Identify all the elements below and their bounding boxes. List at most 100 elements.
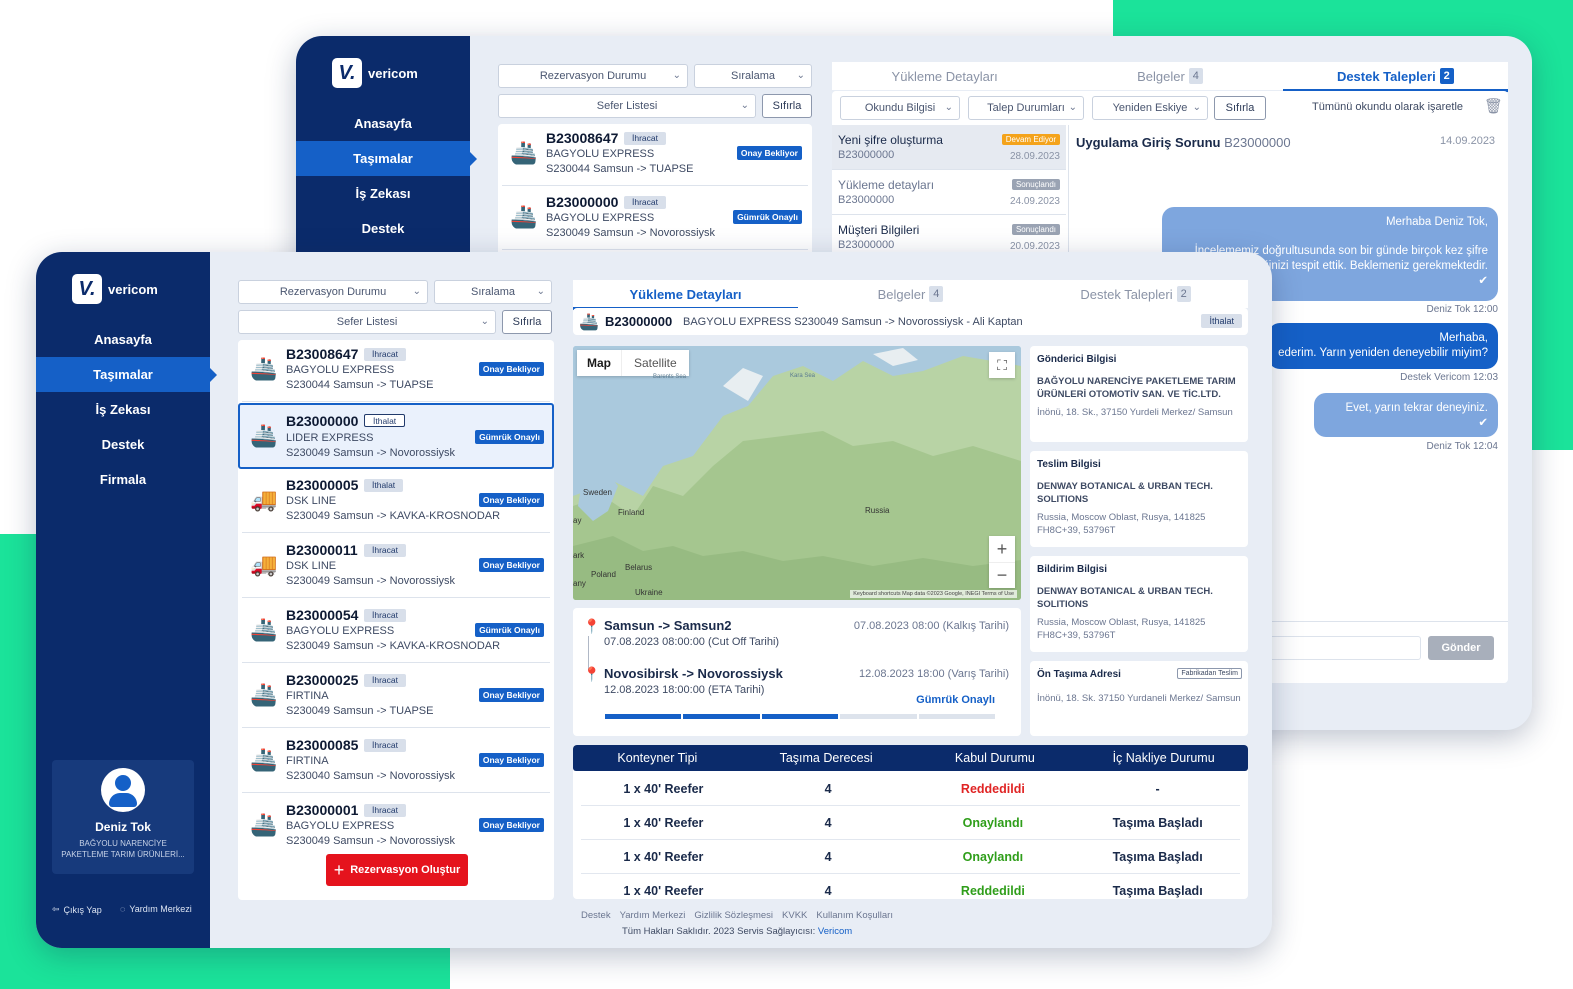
list-item[interactable]: 🚢 B23000025 İhracat FIRTINA S230049 Sams… [242,666,550,728]
list-item[interactable]: 🚢 B23000000 İhracat BAGYOLU EXPRESS S230… [502,188,808,250]
tab-belgeler[interactable]: Belgeler 4 [798,280,1023,308]
tab-yukleme-detaylari[interactable]: Yükleme Detayları [573,280,798,310]
nav-item-tasimalar[interactable]: Taşımalar [296,141,477,176]
logout-link[interactable]: ⇦ Çıkış Yap [52,904,102,915]
siralama-select[interactable]: Sıralama ⌄ [694,64,812,88]
column-header: Konteyner Tipi [617,751,698,765]
trash-icon[interactable]: 🗑 [1484,97,1503,115]
nav-item-destek[interactable]: Destek [296,211,470,246]
reset-button[interactable]: Sıfırla [762,94,812,118]
list-item[interactable]: 🚢 B23000054 İhracat BAGYOLU EXPRESS S230… [242,601,550,663]
company-name: BAGYOLU EXPRESS [546,148,655,160]
type-tag: İhracat [364,804,406,817]
reset-button[interactable]: Sıfırla [502,310,552,334]
zoom-out-icon[interactable]: − [989,562,1015,588]
provider-link[interactable]: Vericom [818,926,852,937]
nav-item-is-zekasi[interactable]: İş Zekası [296,176,470,211]
list-item[interactable]: 🚚 B23000005 İthalat DSK LINE S230049 Sam… [242,471,550,533]
back-tabs: Yükleme Detayları Belgeler 4 Destek Talep… [832,62,1509,92]
okundu-select[interactable]: Okundu Bilgisi ⌄ [840,96,960,120]
status-badge: Onay Bekliyor [478,558,544,572]
nav-item-anasayfa[interactable]: Anasayfa [296,106,470,141]
footer-link-kullanim[interactable]: Kullanım Koşulları [816,910,893,921]
message-line: Evet, yarın tekrar deneyiniz. [1345,402,1488,414]
tab-destek-talepleri[interactable]: Destek Talepleri 2 [1282,62,1509,92]
type-tag: İhracat [364,674,406,687]
fullscreen-icon[interactable]: ⛶ [989,352,1015,378]
list-item[interactable]: Yükleme detayları B23000000 Sonuçlandı 2… [832,170,1066,215]
arrival-date: 12.08.2023 18:00 (Varış Tarihi) [858,668,1009,680]
front-logo[interactable]: V. vericom [72,274,158,304]
ship-icon: 🚢 [250,617,278,642]
logout-icon: ⇦ [52,904,60,914]
card-name: BAĞYOLU NARENCİYE PAKETLEME TARIM ÜRÜNLE… [1037,376,1236,400]
nav-item-destek[interactable]: Destek [36,427,210,462]
avatar [101,768,145,812]
satellite-tab[interactable]: Satellite [621,350,689,376]
chat-title: Uygulama Giriş Sorunu B23000000 [1076,135,1291,150]
zoom-in-icon[interactable]: + [989,536,1015,562]
send-button[interactable]: Gönder [1428,636,1494,660]
table-cell: 1 x 40' Reefer [623,849,704,864]
help-center-link[interactable]: ◌ Yardım Merkezi [120,904,192,914]
list-item[interactable]: 🚚 B23000011 İhracat DSK LINE S230049 Sam… [242,536,550,598]
pre-carriage-info-card: Ön Taşıma Adresi Fabrikadan Teslim İnönü… [1030,661,1248,736]
tab-yukleme-detaylari[interactable]: Yükleme Detayları [832,62,1057,90]
route-map[interactable]: Map Satellite ⛶ + − Barents Sea Kara Sea… [573,346,1021,600]
yeniden-select[interactable]: Yeniden Eskiye ⌄ [1092,96,1208,120]
type-tag: İhracat [624,132,666,145]
shipment-code: B23000000 [286,413,359,429]
message-meta: Destek Vericom 12:03 [1400,372,1498,383]
footer-link-kvkk[interactable]: KVKK [782,910,807,921]
nav-item-firmala[interactable]: Firmala [36,462,210,497]
mark-all-read-link[interactable]: Tümünü okundu olarak işaretle [1312,101,1463,113]
map-tab[interactable]: Map [577,350,621,376]
footer-link-gizlilik[interactable]: Gizlilik Sözleşmesi [694,910,773,921]
talep-select[interactable]: Talep Durumları ⌄ [968,96,1084,120]
help-label: Yardım Merkezi [129,904,192,914]
list-item[interactable]: 🚢 B23000085 İhracat FIRTINA S230040 Sams… [242,731,550,793]
message-input[interactable] [1269,636,1421,660]
sefer-select[interactable]: Sefer Listesi ⌄ [238,310,496,334]
back-shipment-list: 🚢 B23008647 İhracat BAGYOLU EXPRESS S230… [498,124,812,264]
ticket-reset-button[interactable]: Sıfırla [1214,96,1266,120]
map-label: Barents Sea [653,374,687,380]
footer-link-destek[interactable]: Destek [581,910,611,921]
card-heading: Gönderici Bilgisi [1037,354,1117,365]
rezervasyon-select[interactable]: Rezervasyon Durumu ⌄ [238,280,428,304]
yeniden-select-label: Yeniden Eskiye [1112,102,1188,114]
progress-segment [840,714,917,719]
container-table: Konteyner Tipi Taşıma Derecesi Kabul Dur… [573,745,1248,899]
siralama-select[interactable]: Sıralama ⌄ [434,280,552,304]
card-heading: Teslim Bilgisi [1037,459,1101,470]
table-cell: Taşıma Başladı [1112,883,1203,898]
back-logo[interactable]: V. vericom [332,58,418,88]
create-reservation-button[interactable]: + Rezervasyon Oluştur [326,854,468,886]
rezervasyon-select[interactable]: Rezervasyon Durumu ⌄ [498,64,688,88]
delivery-info-card: Teslim Bilgisi DENWAY BOTANICAL & URBAN … [1030,451,1248,547]
route-text: S230049 Samsun -> KAVKA-KROSNODAR [286,640,501,652]
user-name: Deniz Tok [95,820,151,834]
user-card[interactable]: Deniz Tok BAĞYOLU NARENCİYE PAKETLEME TA… [52,760,194,874]
list-item-selected[interactable]: 🚢 B23000000 İthalat LIDER EXPRESS S23004… [238,403,554,469]
list-item[interactable]: 🚢 B23000001 İhracat BAGYOLU EXPRESS S230… [242,796,550,846]
card-address: Russia, Moscow Oblast, Rusya, 141825 FH8… [1037,617,1206,641]
nav-item-anasayfa[interactable]: Anasayfa [36,322,210,357]
footer-link-yardim[interactable]: Yardım Merkezi [620,910,686,921]
list-item[interactable]: Yeni şifre oluşturma B23000000 Devam Edi… [832,125,1066,170]
chevron-down-icon: ⌄ [944,102,953,113]
table-cell: Reddedildi [960,781,1025,796]
route-text: S230049 Samsun -> KAVKA-KROSNODAR [286,510,501,522]
tab-destek-talepleri[interactable]: Destek Talepleri 2 [1023,280,1248,308]
tab-belgeler[interactable]: Belgeler 4 [1057,62,1282,90]
list-item[interactable]: 🚢 B23008647 İhracat BAGYOLU EXPRESS S230… [502,124,808,186]
map-type-toggle: Map Satellite [577,350,689,376]
list-item[interactable]: 🚢 B23008647 İhracat BAGYOLU EXPRESS S230… [242,340,550,402]
nav-item-tasimalar[interactable]: Taşımalar [36,357,217,392]
card-address: Russia, Moscow Oblast, Rusya, 141825 FH8… [1037,512,1206,536]
tab-label: Destek Talepleri [1080,286,1173,302]
sefer-select[interactable]: Sefer Listesi ⌄ [498,94,756,118]
table-cell: 1 x 40' Reefer [623,883,704,898]
nav-item-is-zekasi[interactable]: İş Zekası [36,392,210,427]
chevron-down-icon: ⌄ [796,70,805,81]
